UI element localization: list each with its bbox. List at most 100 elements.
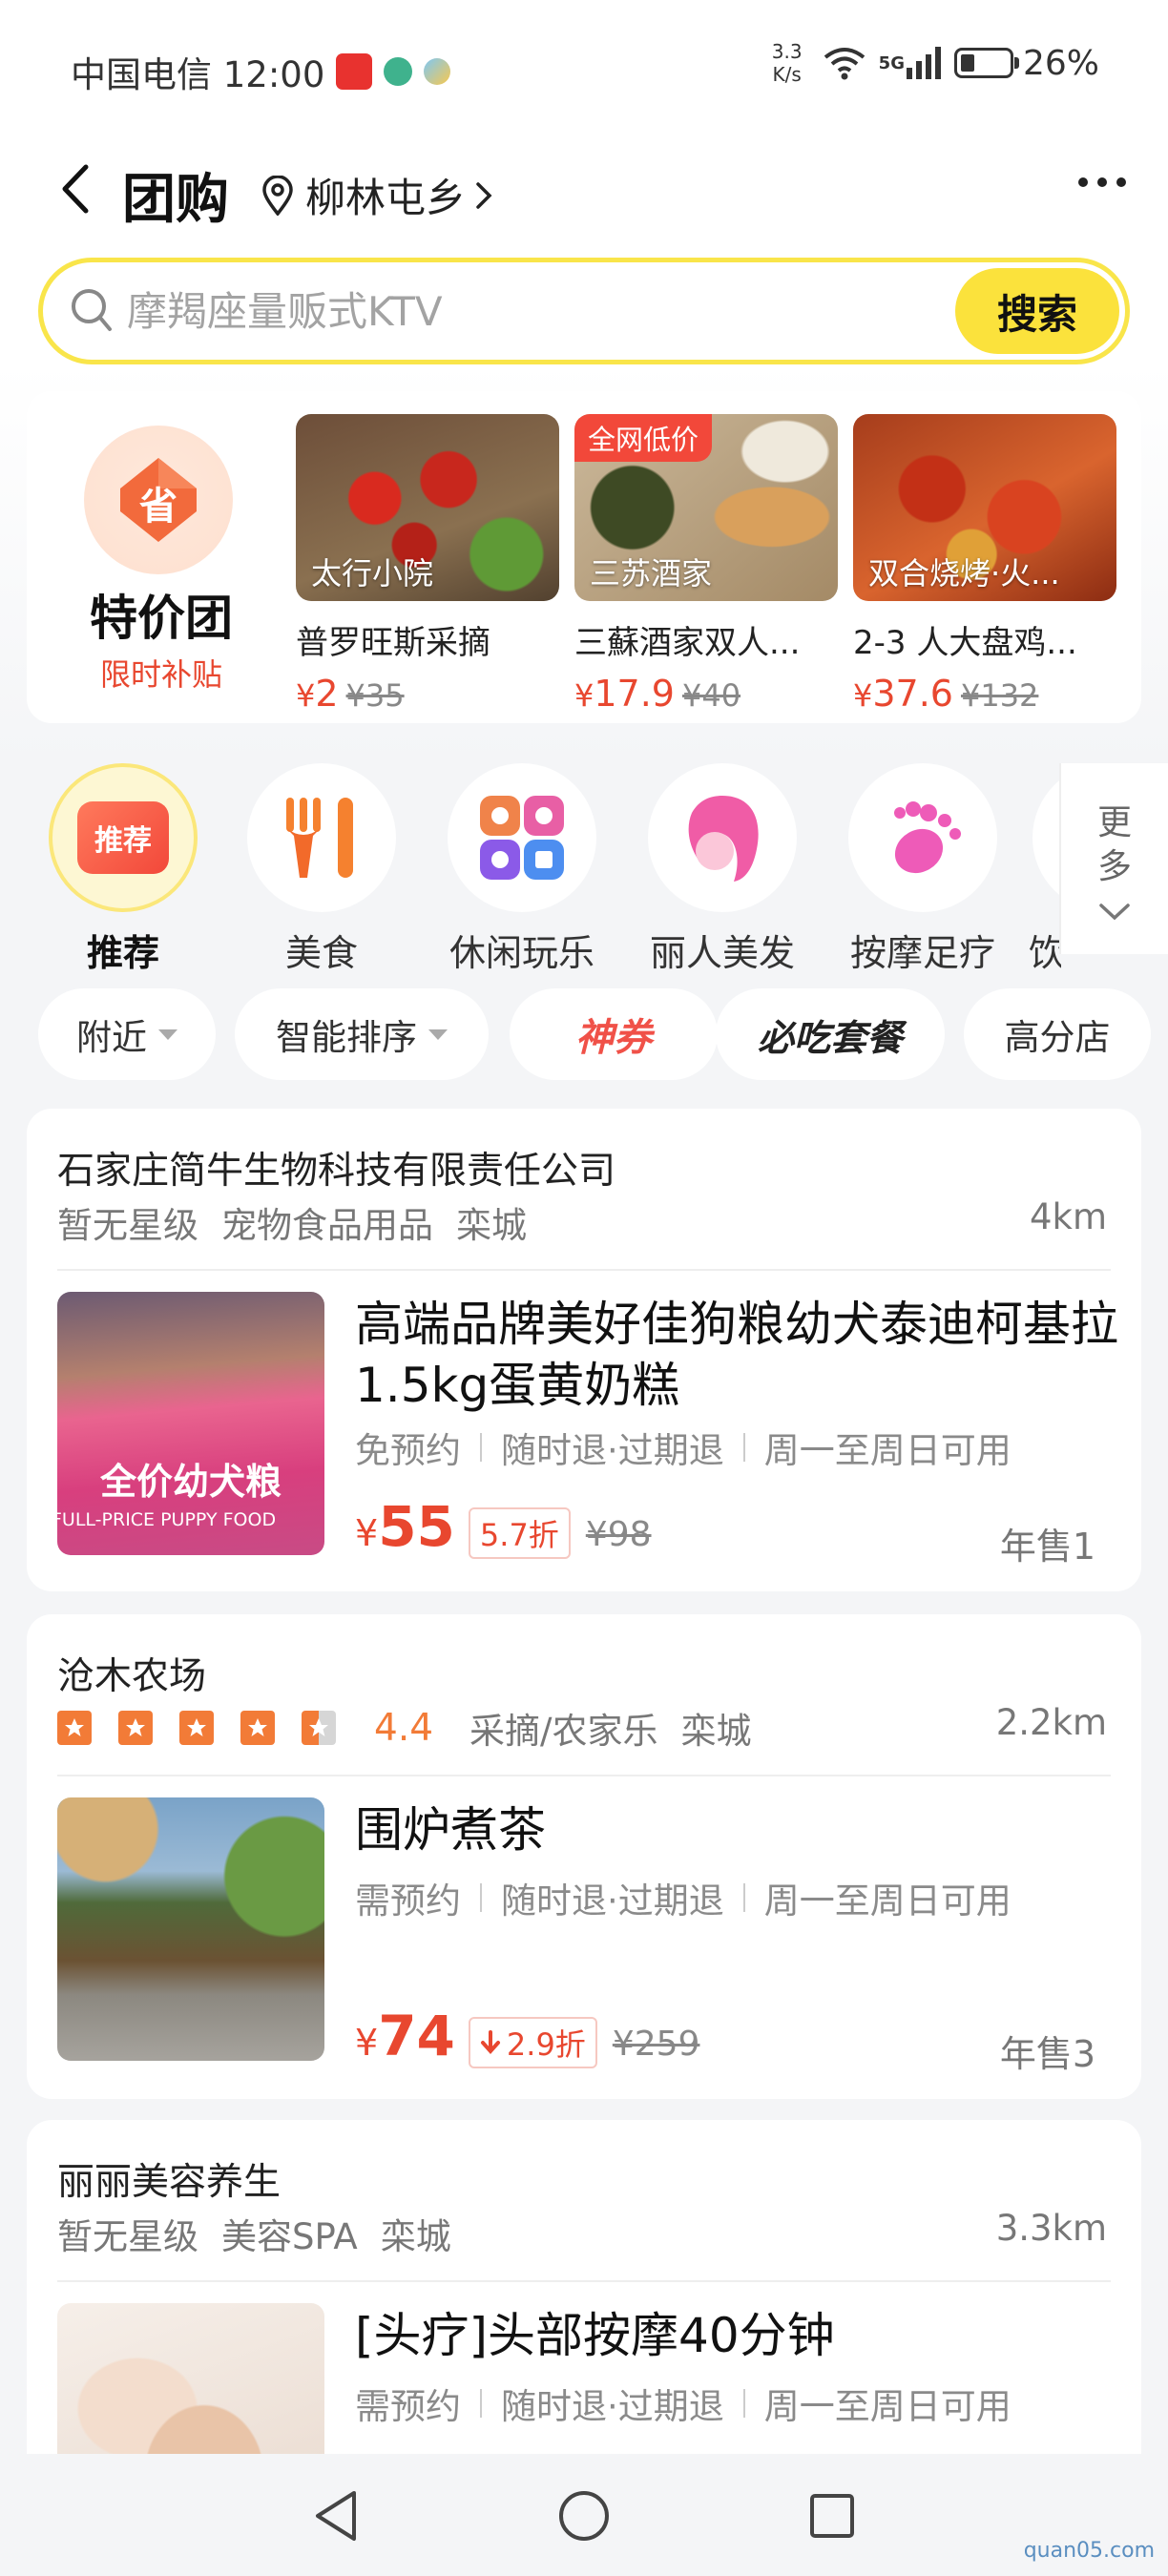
category-foot-massage[interactable]: 按摩足疗 bbox=[823, 763, 1023, 976]
nav-recents-button[interactable] bbox=[794, 2483, 870, 2549]
shop-name: 石家庄简牛生物科技有限责任公司 bbox=[57, 1150, 616, 1193]
deal-price-value: 2 bbox=[315, 673, 339, 715]
deal-item[interactable]: 太行小院 普罗旺斯采摘 ¥ 2 ¥35 bbox=[296, 414, 559, 715]
more-dot-icon bbox=[1116, 177, 1126, 187]
shop-card[interactable]: 丽丽美容养生 暂无星级 美容SPA 栾城 3.3km [头疗]头部按摩40分钟 … bbox=[27, 2120, 1141, 2502]
shop-card[interactable]: 石家庄简牛生物科技有限责任公司 暂无星级 宠物食品用品 栾城 4km 全价幼犬粮… bbox=[27, 1109, 1141, 1591]
triangle-back-icon bbox=[316, 2491, 356, 2541]
star-icon bbox=[118, 1711, 153, 1745]
shop-card[interactable]: 沧木农场 4.4 采摘/农家乐 栾城 2.2km 围炉煮茶 需预约 随时退·过期… bbox=[27, 1614, 1141, 2099]
square-recents-icon bbox=[810, 2494, 854, 2538]
badge-character: 省 bbox=[139, 485, 177, 529]
currency-symbol: ¥ bbox=[574, 677, 594, 714]
app-notification-icon bbox=[336, 53, 373, 90]
category-recommend[interactable]: 推荐 推荐 bbox=[23, 763, 223, 976]
filter-high-score[interactable]: 高分店 bbox=[964, 988, 1151, 1080]
nav-home-button[interactable] bbox=[546, 2483, 622, 2549]
filter-coupon[interactable]: 神券 bbox=[510, 988, 718, 1080]
chevron-down-icon bbox=[1099, 904, 1130, 921]
deal-old-price: ¥132 bbox=[960, 677, 1039, 714]
search-button[interactable]: 搜索 bbox=[955, 268, 1119, 354]
currency-symbol: ¥ bbox=[853, 677, 873, 714]
battery-icon bbox=[953, 48, 1019, 78]
category-label: 饮 bbox=[1029, 932, 1061, 974]
tag-separator bbox=[742, 2389, 745, 2418]
more-label: 更 bbox=[1096, 803, 1132, 842]
shop-meta: 暂无星级 宠物食品用品 栾城 bbox=[57, 1196, 527, 1248]
product-tag: 需预约 bbox=[355, 1880, 461, 1922]
product-old-price: ¥259 bbox=[612, 2025, 700, 2064]
more-options-button[interactable] bbox=[1078, 177, 1126, 187]
shop-name: 沧木农场 bbox=[57, 1655, 207, 1698]
product-tag: 周一至周日可用 bbox=[763, 1430, 1012, 1471]
product-tags: 免预约 随时退·过期退 周一至周日可用 bbox=[355, 1422, 1012, 1473]
dropdown-triangle-icon bbox=[158, 1028, 177, 1040]
deal-image: 太行小院 bbox=[296, 414, 559, 601]
discount-value: 2.9折 bbox=[506, 2026, 586, 2063]
product-title: 围炉煮茶 bbox=[355, 1802, 546, 1858]
deal-item[interactable]: 全网低价 三苏酒家 三蘇酒家双人... ¥ 17.9 ¥40 bbox=[574, 414, 838, 715]
product-tag: 周一至周日可用 bbox=[763, 2386, 1012, 2427]
product-tag: 周一至周日可用 bbox=[763, 1880, 1012, 1922]
more-categories-button[interactable]: 更 多 bbox=[1059, 763, 1168, 954]
filter-label: 神券 bbox=[575, 1016, 652, 1060]
product-sales: 年售3 bbox=[999, 2033, 1095, 2075]
currency-symbol: ¥ bbox=[296, 677, 316, 714]
deal-image: 全网低价 三苏酒家 bbox=[574, 414, 838, 601]
product-title: [头疗]头部按摩40分钟 bbox=[355, 2308, 835, 2363]
deal-price-value: 17.9 bbox=[594, 673, 675, 715]
back-button[interactable] bbox=[52, 160, 99, 218]
assistant-notification-icon bbox=[424, 58, 451, 85]
search-icon bbox=[72, 289, 112, 331]
beauty-icon bbox=[648, 763, 797, 912]
star-icon bbox=[57, 1711, 92, 1745]
search-input[interactable] bbox=[127, 285, 986, 337]
speed-value: 3.3 bbox=[771, 40, 803, 63]
wifi-icon bbox=[824, 48, 865, 80]
nav-back-button[interactable] bbox=[298, 2483, 374, 2549]
filter-label: 必吃套餐 bbox=[757, 1016, 903, 1059]
deal-old-price: ¥35 bbox=[345, 677, 405, 714]
more-label: 多 bbox=[1096, 847, 1132, 886]
product-image bbox=[57, 1797, 324, 2061]
filter-sort[interactable]: 智能排序 bbox=[235, 988, 489, 1080]
category-food[interactable]: 美食 bbox=[221, 763, 422, 976]
leisure-icon bbox=[448, 763, 596, 912]
more-dot-icon bbox=[1078, 177, 1088, 187]
deal-image: 双合烧烤·火... bbox=[853, 414, 1116, 601]
circle-home-icon bbox=[559, 2491, 609, 2541]
category-label: 丽人美发 bbox=[649, 932, 795, 974]
filter-nearby[interactable]: 附近 bbox=[38, 988, 216, 1080]
category-label: 休闲玩乐 bbox=[448, 932, 594, 974]
category-beauty[interactable]: 丽人美发 bbox=[622, 763, 823, 976]
fork-knife-icon bbox=[247, 763, 396, 912]
location-selector[interactable]: 柳林屯乡 bbox=[261, 166, 492, 224]
special-deals-brand[interactable]: 省 特价团 限时补贴 bbox=[27, 391, 296, 723]
battery-percent: 26% bbox=[1022, 43, 1099, 83]
category-label: 美食 bbox=[284, 932, 358, 974]
category-leisure[interactable]: 休闲玩乐 bbox=[422, 763, 622, 976]
deal-name: 2-3 人大盘鸡... bbox=[853, 624, 1077, 662]
home-notification-icon bbox=[384, 57, 413, 86]
discount-badge: 5.7折 bbox=[468, 1507, 571, 1559]
status-right: 3.3 K/s 5G 26% bbox=[768, 40, 1099, 86]
shop-rating-text: 暂无星级 bbox=[57, 2216, 198, 2257]
star-icon bbox=[240, 1711, 275, 1745]
deal-price-value: 37.6 bbox=[872, 673, 953, 715]
status-left: 中国电信 12:00 bbox=[71, 46, 451, 97]
discount-badge-icon: 省 bbox=[84, 426, 233, 574]
filter-label: 高分店 bbox=[1004, 1017, 1111, 1058]
dropdown-triangle-icon bbox=[428, 1028, 448, 1040]
category-partial[interactable]: 饮 bbox=[1023, 763, 1061, 976]
filter-must-eat[interactable]: 必吃套餐 bbox=[716, 988, 945, 1080]
product-tag: 随时退·过期退 bbox=[501, 1430, 724, 1471]
arrow-down-icon bbox=[480, 2030, 500, 2055]
filter-bar: 附近 智能排序 神券 必吃套餐 高分店 bbox=[0, 988, 1168, 1084]
deal-old-price: ¥40 bbox=[681, 677, 741, 714]
shop-rating-value: 4.4 bbox=[374, 1706, 434, 1750]
tag-separator bbox=[480, 1883, 482, 1912]
product-tag: 随时退·过期退 bbox=[501, 1880, 724, 1922]
tag-separator bbox=[480, 1433, 482, 1462]
shop-rating-text: 暂无星级 bbox=[57, 1205, 198, 1246]
deal-item[interactable]: 双合烧烤·火... 2-3 人大盘鸡... ¥ 37.6 ¥132 bbox=[853, 414, 1116, 715]
